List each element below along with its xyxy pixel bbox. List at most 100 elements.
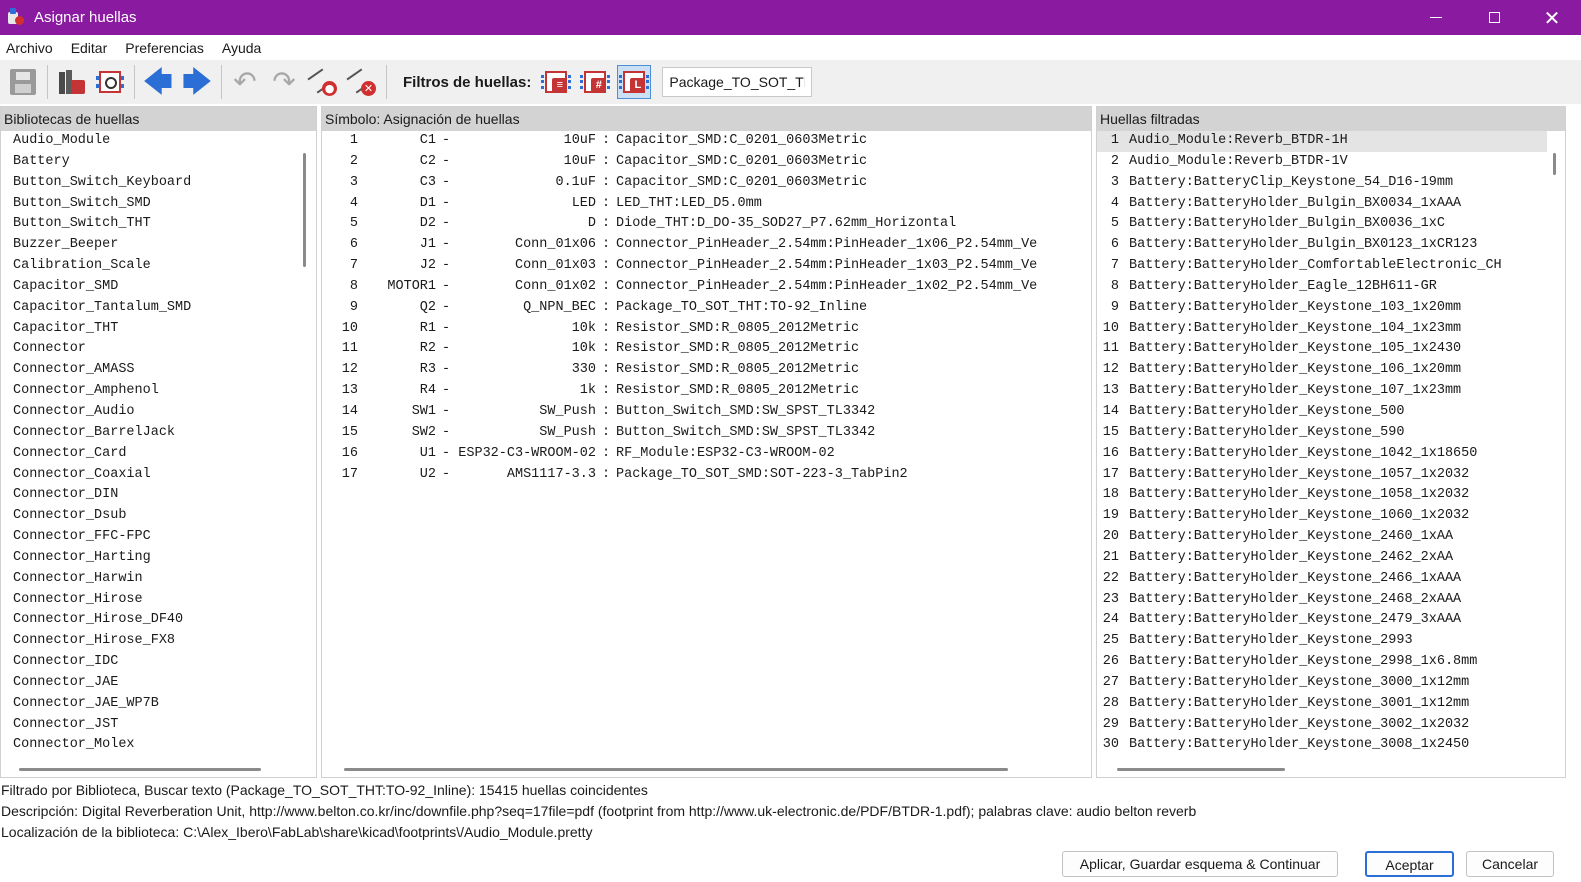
library-item[interactable]: Connector_AMASS [1, 360, 316, 381]
menu-preferencias[interactable]: Preferencias [119, 40, 210, 56]
libraries-hscrollbar[interactable] [19, 768, 261, 771]
footprint-item[interactable]: 8 Battery:BatteryHolder_Eagle_12BH611-GR [1097, 277, 1547, 298]
apply-save-continue-button[interactable]: Aplicar, Guardar esquema & Continuar [1062, 851, 1338, 877]
library-browser-button[interactable] [54, 65, 88, 99]
symbol-row[interactable]: 16 U1- ESP32-C3-WROOM-02: RF_Module:ESP32-C… [322, 444, 1091, 465]
footprints-vscrollbar[interactable] [1553, 153, 1556, 175]
footprint-item[interactable]: 28 Battery:BatteryHolder_Keystone_3001_1x… [1097, 694, 1547, 715]
libraries-list[interactable]: Audio_Module Battery Button_Switch_Keyboar… [1, 131, 316, 757]
footprint-item[interactable]: 6 Battery:BatteryHolder_Bulgin_BX0123_1xC… [1097, 235, 1547, 256]
symbol-row[interactable]: 10 R1- 10k: Resistor_SMD:R_0805_2012Metric [322, 319, 1091, 340]
footprint-item[interactable]: 18 Battery:BatteryHolder_Keystone_1058_1x… [1097, 485, 1547, 506]
footprint-item[interactable]: 20 Battery:BatteryHolder_Keystone_2460_1x… [1097, 527, 1547, 548]
library-item[interactable]: Button_Switch_SMD [1, 194, 316, 215]
save-button[interactable] [6, 65, 40, 99]
footprint-item[interactable]: 4 Battery:BatteryHolder_Bulgin_BX0034_1xA… [1097, 194, 1547, 215]
footprint-item[interactable]: 24 Battery:BatteryHolder_Keystone_2479_3x… [1097, 610, 1547, 631]
footprint-item[interactable]: 27 Battery:BatteryHolder_Keystone_3000_1x… [1097, 673, 1547, 694]
maximize-button[interactable] [1465, 0, 1523, 35]
symbol-row[interactable]: 12 R3- 330: Resistor_SMD:R_0805_2012Metric [322, 360, 1091, 381]
library-item[interactable]: Connector_JST [1, 715, 316, 736]
footprint-item[interactable]: 5 Battery:BatteryHolder_Bulgin_BX0036_1xC [1097, 214, 1547, 235]
redo-button[interactable]: ↷ [267, 65, 301, 99]
symbol-row[interactable]: 13 R4- 1k: Resistor_SMD:R_0805_2012Metric [322, 381, 1091, 402]
library-item[interactable]: Connector_Amphenol [1, 381, 316, 402]
library-item[interactable]: Connector_Hirose [1, 590, 316, 611]
library-item[interactable]: Audio_Module [1, 131, 316, 152]
library-item[interactable]: Connector_Harwin [1, 569, 316, 590]
library-item[interactable]: Connector_BarrelJack [1, 423, 316, 444]
footprint-item[interactable]: 23 Battery:BatteryHolder_Keystone_2468_2x… [1097, 590, 1547, 611]
footprint-item[interactable]: 2 Audio_Module:Reverb_BTDR-1V [1097, 152, 1547, 173]
library-item[interactable]: Connector [1, 339, 316, 360]
library-item[interactable]: Capacitor_Tantalum_SMD [1, 298, 316, 319]
symbols-list[interactable]: 1 C1-10uF: Capacitor_SMD:C_0201_0603Metric… [322, 131, 1091, 757]
footprint-item[interactable]: 14 Battery:BatteryHolder_Keystone_500 [1097, 402, 1547, 423]
library-item[interactable]: Connector_JAE_WP7B [1, 694, 316, 715]
library-item[interactable]: Connector_JAE [1, 673, 316, 694]
footprint-item[interactable]: 13 Battery:BatteryHolder_Keystone_107_1x2… [1097, 381, 1547, 402]
title-bar[interactable]: Asignar huellas ✕ [0, 0, 1581, 35]
symbol-row[interactable]: 6 J1- Conn_01x06: Connector_PinHeader_2.54m… [322, 235, 1091, 256]
footprint-item[interactable]: 26 Battery:BatteryHolder_Keystone_2998_1x… [1097, 652, 1547, 673]
auto-assign-button[interactable]: ● [306, 65, 340, 99]
delete-associations-button[interactable]: ✕ [345, 65, 379, 99]
menu-editar[interactable]: Editar [65, 40, 114, 56]
library-item[interactable]: Capacitor_SMD [1, 277, 316, 298]
footprints-list[interactable]: 1 Audio_Module:Reverb_BTDR-1H 2 Audio_Modul… [1097, 131, 1547, 757]
library-item[interactable]: Button_Switch_Keyboard [1, 173, 316, 194]
symbol-row[interactable]: 9 Q2- Q_NPN_BEC: Package_TO_SOT_THT:TO-92_I… [322, 298, 1091, 319]
footprint-item[interactable]: 15 Battery:BatteryHolder_Keystone_590 [1097, 423, 1547, 444]
minimize-button[interactable] [1407, 0, 1465, 35]
symbol-row[interactable]: 1 C1- 10uF: Capacitor_SMD:C_0201_0603Metric [322, 131, 1091, 152]
library-item[interactable]: Connector_FFC-FPC [1, 527, 316, 548]
library-item[interactable]: Connector_Harting [1, 548, 316, 569]
previous-symbol-button[interactable]: 🡄 [141, 65, 175, 99]
footprint-item[interactable]: 16 Battery:BatteryHolder_Keystone_1042_1x… [1097, 444, 1547, 465]
library-item[interactable]: Connector_Dsub [1, 506, 316, 527]
next-symbol-button[interactable]: 🡆 [180, 65, 214, 99]
footprint-item[interactable]: 30 Battery:BatteryHolder_Keystone_3008_1x… [1097, 735, 1547, 756]
footprint-item[interactable]: 9 Battery:BatteryHolder_Keystone_103_1x20… [1097, 298, 1547, 319]
library-item[interactable]: Connector_Card [1, 444, 316, 465]
library-item[interactable]: Connector_Coaxial [1, 465, 316, 486]
close-button[interactable]: ✕ [1523, 0, 1581, 35]
footprint-item[interactable]: 29 Battery:BatteryHolder_Keystone_3002_1x… [1097, 715, 1547, 736]
symbol-row[interactable]: 7 J2- Conn_01x03: Connector_PinHeader_2.54m… [322, 256, 1091, 277]
symbols-hscrollbar[interactable] [344, 768, 1008, 771]
cancel-button[interactable]: Cancelar [1466, 851, 1554, 877]
library-item[interactable]: Calibration_Scale [1, 256, 316, 277]
footprint-item[interactable]: 11 Battery:BatteryHolder_Keystone_105_1x2… [1097, 339, 1547, 360]
library-item[interactable]: Connector_Hirose_DF40 [1, 610, 316, 631]
menu-archivo[interactable]: Archivo [0, 40, 59, 56]
footprint-item[interactable]: 1 Audio_Module:Reverb_BTDR-1H [1097, 131, 1547, 152]
library-item[interactable]: Connector_IDC [1, 652, 316, 673]
symbol-row[interactable]: 3 C3- 0.1uF: Capacitor_SMD:C_0201_0603Metri… [322, 173, 1091, 194]
footprint-item[interactable]: 19 Battery:BatteryHolder_Keystone_1060_1x… [1097, 506, 1547, 527]
ok-button[interactable]: Aceptar [1365, 851, 1454, 877]
footprint-filter-input[interactable] [662, 67, 813, 97]
library-item[interactable]: Battery [1, 152, 316, 173]
footprint-item[interactable]: 7 Battery:BatteryHolder_ComfortableElectr… [1097, 256, 1547, 277]
view-footprint-button[interactable] [93, 65, 127, 99]
library-item[interactable]: Capacitor_THT [1, 319, 316, 340]
filter-by-library-button[interactable]: L [617, 65, 652, 99]
footprint-item[interactable]: 3 Battery:BatteryClip_Keystone_54_D16-19m… [1097, 173, 1547, 194]
footprint-item[interactable]: 10 Battery:BatteryHolder_Keystone_104_1x2… [1097, 319, 1547, 340]
symbol-row[interactable]: 11 R2- 10k: Resistor_SMD:R_0805_2012Metric [322, 339, 1091, 360]
symbol-row[interactable]: 14 SW1- SW_Push: Button_Switch_SMD:SW_SPST_… [322, 402, 1091, 423]
symbol-row[interactable]: 5 D2- D: Diode_THT:D_DO-35_SOD27_P7.62mm_Ho… [322, 214, 1091, 235]
footprint-item[interactable]: 25 Battery:BatteryHolder_Keystone_2993 [1097, 631, 1547, 652]
symbol-row[interactable]: 8 MOTOR1- Conn_01x02: Connector_PinHeader_2… [322, 277, 1091, 298]
footprint-item[interactable]: 21 Battery:BatteryHolder_Keystone_2462_2x… [1097, 548, 1547, 569]
footprints-hscrollbar[interactable] [1117, 768, 1285, 771]
filter-by-pin-count-button[interactable]: # [578, 65, 612, 99]
undo-button[interactable]: ↶ [228, 65, 262, 99]
symbol-row[interactable]: 15 SW2- SW_Push: Button_Switch_SMD:SW_SPST_… [322, 423, 1091, 444]
symbol-row[interactable]: 2 C2- 10uF: Capacitor_SMD:C_0201_0603Metric [322, 152, 1091, 173]
library-item[interactable]: Button_Switch_THT [1, 214, 316, 235]
footprint-item[interactable]: 22 Battery:BatteryHolder_Keystone_2466_1x… [1097, 569, 1547, 590]
footprint-item[interactable]: 17 Battery:BatteryHolder_Keystone_1057_1x… [1097, 465, 1547, 486]
footprint-item[interactable]: 12 Battery:BatteryHolder_Keystone_106_1x2… [1097, 360, 1547, 381]
symbol-row[interactable]: 17 U2- AMS1117-3.3: Package_TO_SOT_SMD:SOT-… [322, 465, 1091, 486]
